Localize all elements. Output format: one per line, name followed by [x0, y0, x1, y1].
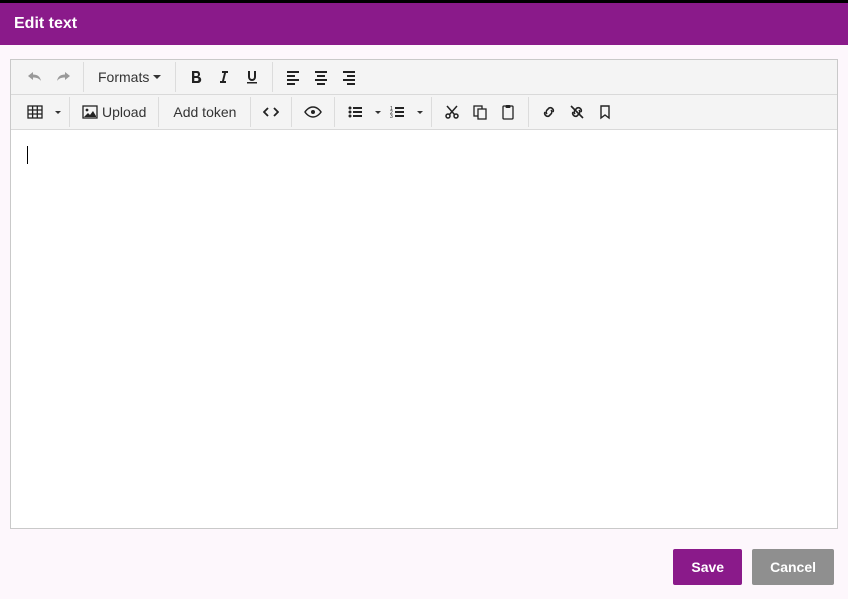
editor-container: Formats	[10, 59, 838, 529]
chevron-down-icon	[417, 111, 423, 114]
bookmark-button[interactable]	[591, 99, 619, 125]
formats-label: Formats	[98, 69, 149, 85]
bullet-list-icon	[347, 104, 363, 120]
align-center-icon	[313, 69, 329, 85]
save-button[interactable]: Save	[673, 549, 742, 585]
preview-button[interactable]	[298, 99, 328, 125]
unlink-icon	[569, 104, 585, 120]
undo-icon	[27, 69, 43, 85]
add-token-label: Add token	[173, 104, 236, 120]
underline-button[interactable]	[238, 64, 266, 90]
chevron-down-icon	[55, 111, 61, 114]
code-icon	[263, 104, 279, 120]
underline-icon	[244, 69, 260, 85]
cut-icon	[444, 104, 460, 120]
editor-content-area[interactable]	[11, 130, 837, 528]
link-button[interactable]	[535, 99, 563, 125]
link-icon	[541, 104, 557, 120]
cancel-button[interactable]: Cancel	[752, 549, 834, 585]
table-icon	[27, 104, 43, 120]
image-icon	[82, 104, 98, 120]
dialog-title: Edit text	[14, 15, 77, 32]
bold-button[interactable]	[182, 64, 210, 90]
bold-icon	[188, 69, 204, 85]
table-button[interactable]	[21, 99, 49, 125]
rich-text-editor: Formats	[10, 59, 838, 529]
number-list-button[interactable]: 123	[383, 99, 411, 125]
cut-button[interactable]	[438, 99, 466, 125]
copy-icon	[472, 104, 488, 120]
unlink-button[interactable]	[563, 99, 591, 125]
bullet-list-button[interactable]	[341, 99, 369, 125]
table-dropdown[interactable]	[49, 99, 63, 125]
undo-button[interactable]	[21, 64, 49, 90]
eye-icon	[304, 104, 322, 120]
italic-button[interactable]	[210, 64, 238, 90]
chevron-down-icon	[153, 75, 161, 79]
svg-text:3: 3	[390, 114, 393, 120]
align-right-icon	[341, 69, 357, 85]
redo-button[interactable]	[49, 64, 77, 90]
dialog-header: Edit text	[0, 3, 848, 45]
number-list-dropdown[interactable]	[411, 99, 425, 125]
align-center-button[interactable]	[307, 64, 335, 90]
text-cursor	[27, 146, 28, 164]
bookmark-icon	[597, 104, 613, 120]
paste-icon	[500, 104, 516, 120]
upload-button[interactable]: Upload	[76, 99, 152, 125]
redo-icon	[55, 69, 71, 85]
number-list-icon: 123	[389, 104, 405, 120]
source-code-button[interactable]	[257, 99, 285, 125]
copy-button[interactable]	[466, 99, 494, 125]
align-left-icon	[285, 69, 301, 85]
add-token-button[interactable]: Add token	[165, 99, 244, 125]
italic-icon	[216, 69, 232, 85]
dialog-footer: Save Cancel	[673, 549, 834, 585]
upload-label: Upload	[102, 104, 146, 120]
align-left-button[interactable]	[279, 64, 307, 90]
paste-button[interactable]	[494, 99, 522, 125]
chevron-down-icon	[375, 111, 381, 114]
align-right-button[interactable]	[335, 64, 363, 90]
toolbar-row-1: Formats	[11, 60, 837, 95]
toolbar-row-2: Upload Add token	[11, 95, 837, 130]
bullet-list-dropdown[interactable]	[369, 99, 383, 125]
formats-dropdown[interactable]: Formats	[90, 64, 169, 90]
